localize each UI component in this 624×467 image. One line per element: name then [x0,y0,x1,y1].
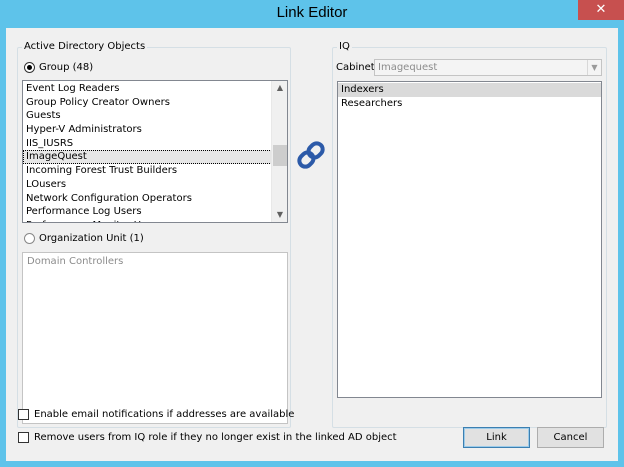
group-radio[interactable] [24,62,35,73]
chevron-down-icon[interactable]: ▼ [587,60,601,75]
group-list-item[interactable]: LOusers [23,178,272,192]
group-list: Event Log Readers Group Policy Creator Ow… [23,82,272,222]
role-list-item[interactable]: Indexers [338,83,601,97]
group-list-item[interactable]: Incoming Forest Trust Builders [23,164,272,178]
scroll-thumb[interactable] [273,145,287,166]
link-button[interactable]: Link [463,427,530,448]
ou-placeholder: Domain Controllers [27,256,124,267]
group-list-item[interactable]: Event Log Readers [23,82,272,96]
window-title: Link Editor [276,4,348,21]
email-notifications-label: Enable email notifications if addresses … [34,409,295,420]
group-list-item[interactable]: Guests [23,109,272,123]
title-bar: Link Editor ✕ [0,0,624,27]
remove-users-row[interactable]: Remove users from IQ role if they no lon… [18,432,397,443]
group-radio-row[interactable]: Group (48) [24,62,93,73]
group-radio-label: Group (48) [39,62,94,73]
email-notifications-row[interactable]: Enable email notifications if addresses … [18,409,294,420]
remove-users-checkbox[interactable] [18,432,29,443]
group-list-item[interactable]: Performance Log Users [23,205,272,219]
ou-listbox[interactable]: Domain Controllers [22,252,288,424]
cancel-button[interactable]: Cancel [537,427,604,448]
close-icon: ✕ [595,2,607,17]
remove-users-label: Remove users from IQ role if they no lon… [34,432,397,443]
cabinet-select-value: Imagequest [378,62,438,73]
group-listbox[interactable]: Event Log Readers Group Policy Creator Ow… [22,80,288,223]
group-list-item[interactable]: Performance Monitor Users [23,219,272,222]
group-list-item[interactable]: Network Configuration Operators [23,192,272,206]
iq-legend: IQ [337,41,352,53]
ou-radio-label: Organization Unit (1) [39,233,144,244]
group-list-item[interactable]: IIS_IUSRS [23,137,272,151]
close-button[interactable]: ✕ [578,0,624,20]
group-list-scrollbar[interactable]: ▲ ▼ [271,81,287,222]
scroll-up-arrow[interactable]: ▲ [272,81,287,95]
scroll-down-arrow[interactable]: ▼ [272,208,287,222]
role-listbox[interactable]: Indexers Researchers [337,81,602,398]
email-notifications-checkbox[interactable] [18,409,29,420]
group-list-item[interactable]: Hyper-V Administrators [23,123,272,137]
group-list-item[interactable]: Group Policy Creator Owners [23,96,272,110]
role-list: Indexers Researchers [338,83,601,110]
dialog-client: Active Directory Objects Group (48) Even… [6,28,618,461]
ou-radio-row[interactable]: Organization Unit (1) [24,233,144,244]
ou-radio[interactable] [24,233,35,244]
ad-objects-legend: Active Directory Objects [22,41,148,53]
cabinet-label: Cabinet [336,62,375,73]
cabinet-select[interactable]: Imagequest ▼ [374,59,602,76]
role-list-item[interactable]: Researchers [338,97,601,111]
group-list-item[interactable]: ImageQuest [23,150,272,165]
link-chain-icon [297,141,325,169]
